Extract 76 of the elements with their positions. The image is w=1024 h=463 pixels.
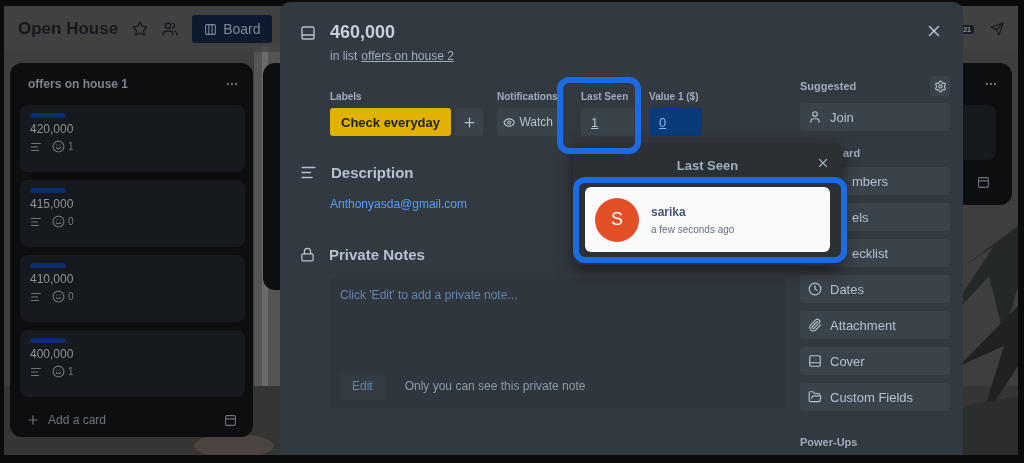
description-icon: [30, 290, 42, 303]
template-icon[interactable]: [224, 413, 237, 427]
card-title: 460,000: [330, 22, 396, 43]
smiley-icon: [52, 140, 65, 153]
board-card[interactable]: 410,000 0: [20, 255, 245, 322]
reaction-count: 0: [52, 290, 74, 303]
seen-time: a few seconds ago: [651, 223, 735, 235]
board-card[interactable]: 415,000 0: [20, 180, 245, 247]
section-heading: Private Notes: [329, 245, 425, 263]
settings-button[interactable]: [930, 76, 950, 96]
reaction-count: 0: [52, 215, 74, 228]
settings-icon: [933, 79, 947, 93]
section-heading: Description: [331, 163, 414, 181]
field-label: Value 1 ($): [649, 91, 700, 102]
custom-field-value[interactable]: 0: [649, 108, 702, 136]
star-icon[interactable]: [132, 21, 149, 37]
card-title: 410,000: [30, 272, 75, 286]
watch-button[interactable]: Watch: [497, 108, 559, 136]
close-button[interactable]: [816, 156, 830, 170]
board-view-button[interactable]: Board: [192, 15, 273, 43]
join-button[interactable]: Join: [800, 103, 950, 131]
sidebar-action-button[interactable]: Cover: [800, 347, 950, 375]
user-name: sarika: [651, 204, 687, 219]
smiley-icon: [52, 365, 65, 378]
card-label-bar: [30, 338, 66, 343]
template-icon[interactable]: [977, 176, 990, 189]
add-card-button[interactable]: Add a card: [26, 413, 107, 427]
card-label-bar: [30, 263, 66, 268]
smiley-icon: [52, 215, 65, 228]
custom-field-value[interactable]: 1: [581, 108, 634, 136]
field-label: Last Seen: [581, 91, 630, 102]
notes-field[interactable]: Click 'Edit' to add a private note... Edit Only you can see this private note: [330, 278, 785, 408]
avatar: S: [595, 197, 639, 242]
card-title: 400,000: [30, 347, 75, 361]
user-card[interactable]: S sarika a few seconds ago: [585, 187, 830, 252]
close-icon: [816, 156, 830, 170]
sidebar-action-button[interactable]: Dates: [800, 275, 950, 303]
notes-placeholder: Click 'Edit' to add a private note...: [340, 288, 519, 302]
smiley-icon: [52, 290, 65, 303]
clock-icon: [808, 282, 822, 296]
plus-icon: [26, 413, 40, 427]
add-label-button[interactable]: [455, 108, 483, 136]
list-prefix: in list: [330, 49, 358, 63]
panel-icon: [808, 354, 822, 368]
sidebar-label: ard: [842, 147, 862, 159]
sidebar-action-button[interactable]: Custom Fields: [800, 383, 950, 411]
plus-icon: [461, 114, 477, 130]
card-label-bar: [30, 188, 66, 193]
card-icon: [300, 24, 316, 41]
popover-title: Last Seen: [676, 157, 739, 173]
description-icon: [30, 215, 42, 228]
sidebar-action-button[interactable]: Attachment: [800, 311, 950, 339]
person-icon: [808, 110, 822, 124]
reaction-count: 1: [52, 365, 74, 378]
private-note-hint: Only you can see this private note: [404, 379, 586, 393]
lock-icon: [300, 246, 315, 262]
sidebar-label: Power-Ups: [800, 436, 859, 448]
list-link[interactable]: offers on house 2: [361, 49, 454, 63]
card-label-bar: [30, 113, 66, 118]
paperclip-icon: [808, 318, 822, 332]
sidebar-label: Suggested: [800, 80, 857, 92]
card-title: 420,000: [30, 122, 75, 136]
label-chip[interactable]: Check everyday: [330, 108, 451, 136]
field-label: Notifications: [497, 91, 559, 102]
edit-button[interactable]: Edit: [340, 372, 385, 400]
columns-icon: [204, 22, 218, 36]
card-title: 415,000: [30, 197, 75, 211]
board-card[interactable]: 400,000 1: [20, 330, 245, 397]
folder-icon: [808, 390, 822, 404]
field-label: Labels: [330, 91, 363, 102]
description-icon: [30, 140, 42, 153]
board-card[interactable]: 420,000 1: [20, 105, 245, 172]
list-title: offers on house 1: [28, 77, 128, 91]
reaction-count: 1: [52, 140, 74, 153]
description-icon: [30, 365, 42, 378]
eye-icon: [503, 115, 516, 129]
